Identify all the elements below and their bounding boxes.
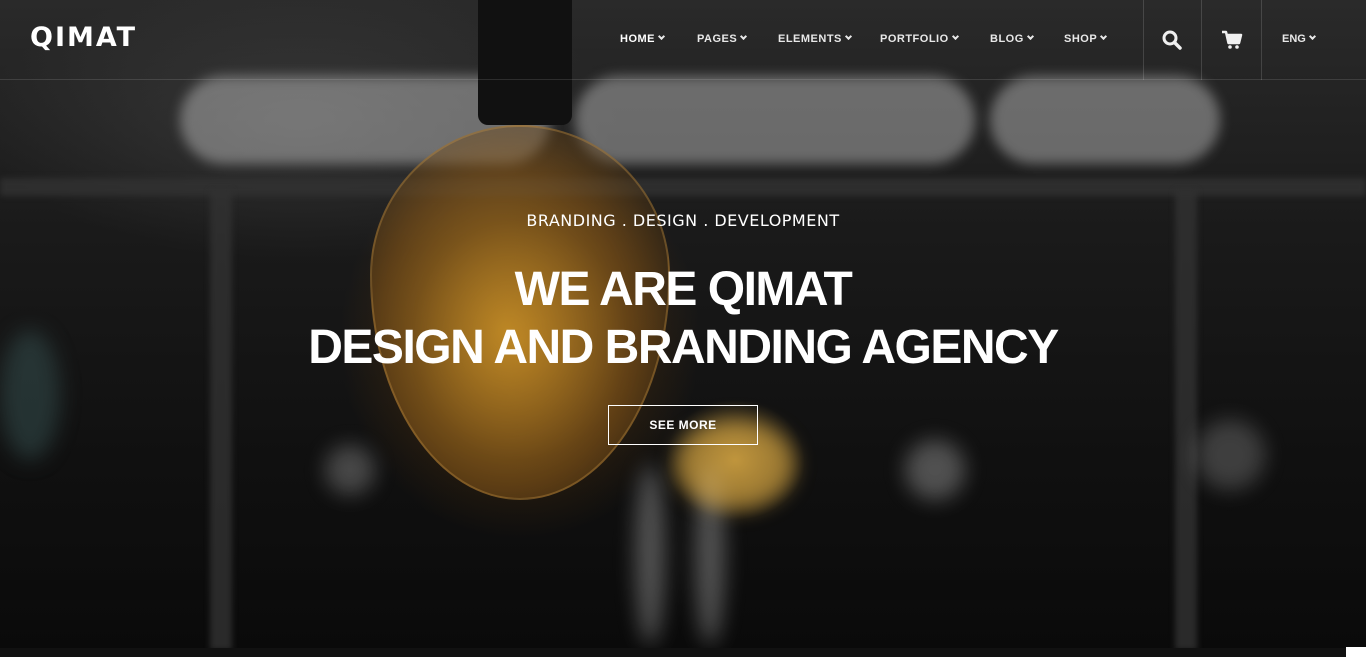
chevron-down-icon	[1308, 32, 1316, 41]
site-logo[interactable]: QIMAT	[30, 22, 137, 53]
bottom-edge	[0, 648, 1366, 657]
nav-item-label: SHOP	[1064, 33, 1098, 45]
header-divider	[1143, 0, 1144, 80]
background-beam	[0, 178, 1366, 196]
chevron-down-icon	[1026, 32, 1034, 41]
chevron-down-icon	[657, 32, 666, 41]
nav-item-shop[interactable]: SHOP	[1064, 32, 1108, 45]
chevron-down-icon	[1100, 32, 1108, 41]
see-more-button[interactable]: SEE MORE	[608, 405, 758, 445]
cart-icon[interactable]	[1220, 28, 1244, 52]
hero-title-line-1: WE ARE QIMAT	[514, 263, 853, 316]
language-selector[interactable]: ENG	[1282, 32, 1316, 45]
nav-item-label: HOME	[620, 33, 655, 45]
see-more-label: SEE MORE	[649, 418, 717, 432]
site-header: QIMAT HOME PAGES ELEMENTS PORTFOLIO BLOG…	[0, 0, 1366, 80]
background-light-blur	[575, 76, 975, 164]
nav-item-home[interactable]: HOME	[620, 32, 666, 45]
hero-subtitle: BRANDING . DESIGN . DEVELOPMENT	[526, 211, 840, 230]
nav-item-label: ELEMENTS	[778, 33, 842, 45]
corner-fragment	[1346, 647, 1366, 657]
background-post	[1175, 190, 1197, 650]
header-divider	[1261, 0, 1262, 80]
nav-item-portfolio[interactable]: PORTFOLIO	[880, 32, 959, 45]
nav-item-label: BLOG	[990, 33, 1024, 45]
search-icon[interactable]	[1160, 28, 1184, 52]
nav-item-pages[interactable]: PAGES	[697, 32, 748, 45]
hero-title-line-2: DESIGN AND BRANDING AGENCY	[308, 321, 1059, 374]
background-bulb-blur	[1195, 420, 1265, 490]
chevron-down-icon	[844, 32, 852, 41]
chevron-down-icon	[740, 32, 748, 41]
background-bulb-blur	[325, 445, 375, 495]
language-label: ENG	[1282, 33, 1306, 45]
background-post	[210, 190, 232, 650]
background-light-blur	[635, 465, 665, 645]
background-light-blur	[990, 76, 1220, 164]
header-divider	[1201, 0, 1202, 80]
nav-item-label: PORTFOLIO	[880, 33, 949, 45]
nav-item-label: PAGES	[697, 33, 738, 45]
nav-item-elements[interactable]: ELEMENTS	[778, 32, 852, 45]
chevron-down-icon	[951, 32, 959, 41]
nav-item-blog[interactable]: BLOG	[990, 32, 1034, 45]
background-bulb-blur	[905, 440, 965, 500]
